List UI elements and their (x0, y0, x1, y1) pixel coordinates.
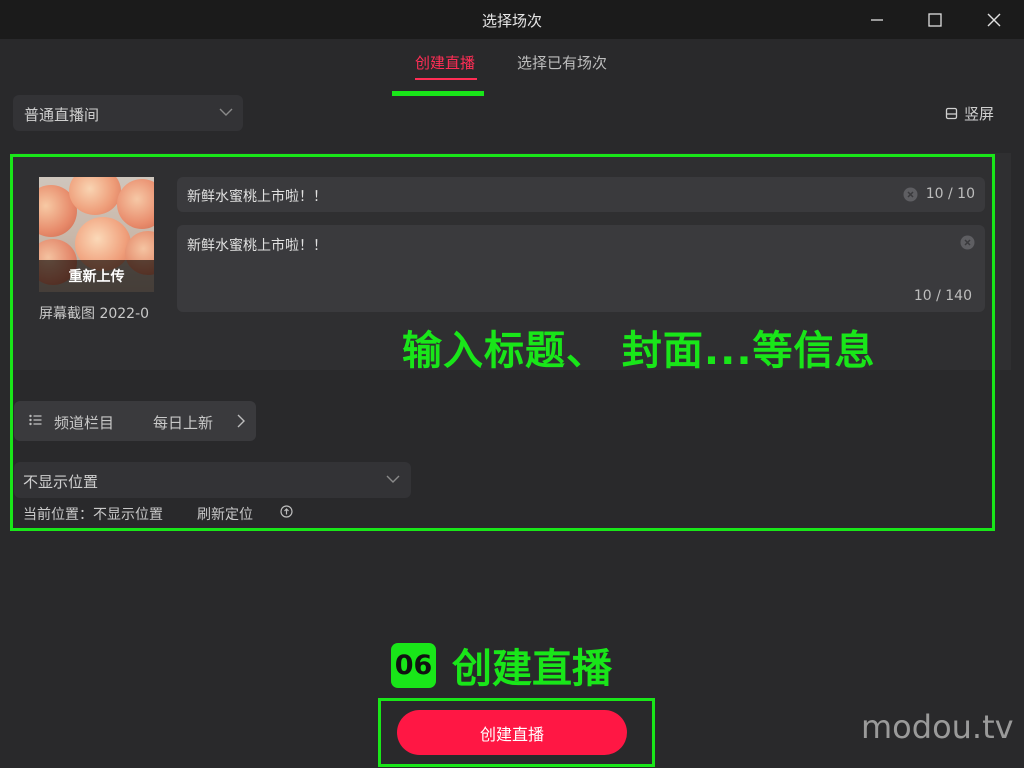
watermark: modou.tv (861, 708, 1014, 746)
step-annotation: 06 创建直播 (391, 636, 612, 694)
close-icon (987, 13, 1001, 26)
tab-create-live[interactable]: 创建直播 (415, 52, 475, 73)
maximize-icon (928, 12, 942, 27)
maximize-button[interactable] (906, 0, 964, 39)
minimize-icon (871, 18, 883, 21)
chevron-down-icon (219, 108, 233, 116)
active-tab-indicator (415, 78, 477, 80)
close-button[interactable] (965, 0, 1023, 39)
step-number: 06 (391, 642, 436, 688)
room-type-select[interactable]: 普通直播间 (13, 95, 243, 131)
step-label: 创建直播 (452, 646, 612, 692)
create-live-window: 选择场次 创建直播 选择已有场次 普通直播间 竖屏 重新上传 屏幕截图 2022… (0, 0, 1024, 768)
orientation-label: 竖屏 (964, 105, 995, 123)
minimize-button[interactable] (848, 0, 906, 39)
create-live-button[interactable]: 创建直播 (397, 710, 627, 755)
portrait-icon (945, 107, 958, 120)
room-type-value: 普通直播间 (24, 106, 100, 124)
tab-select-existing[interactable]: 选择已有场次 (517, 52, 607, 73)
create-live-button-label: 创建直播 (479, 724, 544, 744)
info-highlight-box (10, 154, 995, 531)
orientation-toggle[interactable]: 竖屏 (945, 103, 994, 124)
tab-highlight-marker (392, 91, 484, 96)
title-bar: 选择场次 (0, 0, 1024, 39)
